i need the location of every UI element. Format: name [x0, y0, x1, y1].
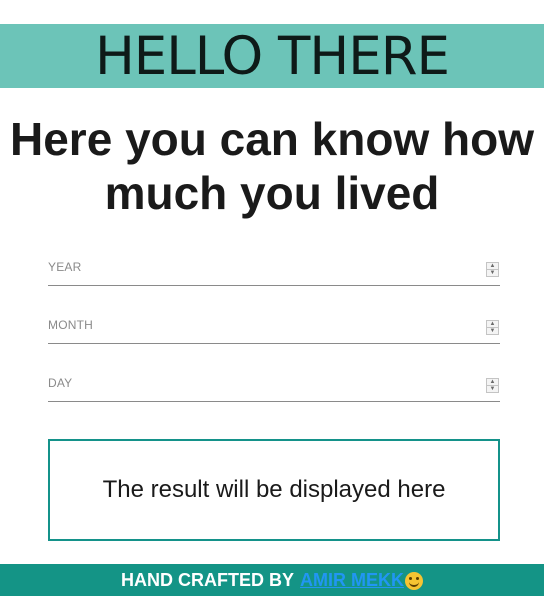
- author-link[interactable]: AMIR MEKK: [300, 570, 404, 591]
- spin-down-icon[interactable]: ▼: [487, 327, 498, 334]
- smiley-icon: [405, 572, 423, 590]
- year-field[interactable]: YEAR ▲ ▼: [48, 246, 500, 286]
- result-text: The result will be displayed here: [102, 476, 446, 503]
- page: HELLO THERE Here you can know how much y…: [0, 0, 544, 598]
- month-spinner[interactable]: ▲ ▼: [486, 320, 499, 335]
- header-banner: HELLO THERE: [0, 24, 544, 88]
- spin-down-icon[interactable]: ▼: [487, 385, 498, 392]
- headline-line-1: Here you can know how: [10, 113, 534, 165]
- page-headline: Here you can know how much you lived: [0, 112, 544, 220]
- result-box: The result will be displayed here: [48, 439, 500, 541]
- month-field[interactable]: MONTH ▲ ▼: [48, 304, 500, 344]
- year-spinner[interactable]: ▲ ▼: [486, 262, 499, 277]
- headline-line-2: much you lived: [104, 167, 440, 219]
- header-title: HELLO THERE: [94, 25, 450, 87]
- footer: HAND CRAFTED BY AMIR MEKK: [0, 564, 544, 596]
- day-field[interactable]: DAY ▲ ▼: [48, 362, 500, 402]
- day-input[interactable]: [48, 368, 468, 398]
- footer-credit-text: HAND CRAFTED BY: [121, 569, 294, 590]
- spin-down-icon[interactable]: ▼: [487, 269, 498, 276]
- year-input[interactable]: [48, 252, 468, 282]
- month-input[interactable]: [48, 310, 468, 340]
- day-spinner[interactable]: ▲ ▼: [486, 378, 499, 393]
